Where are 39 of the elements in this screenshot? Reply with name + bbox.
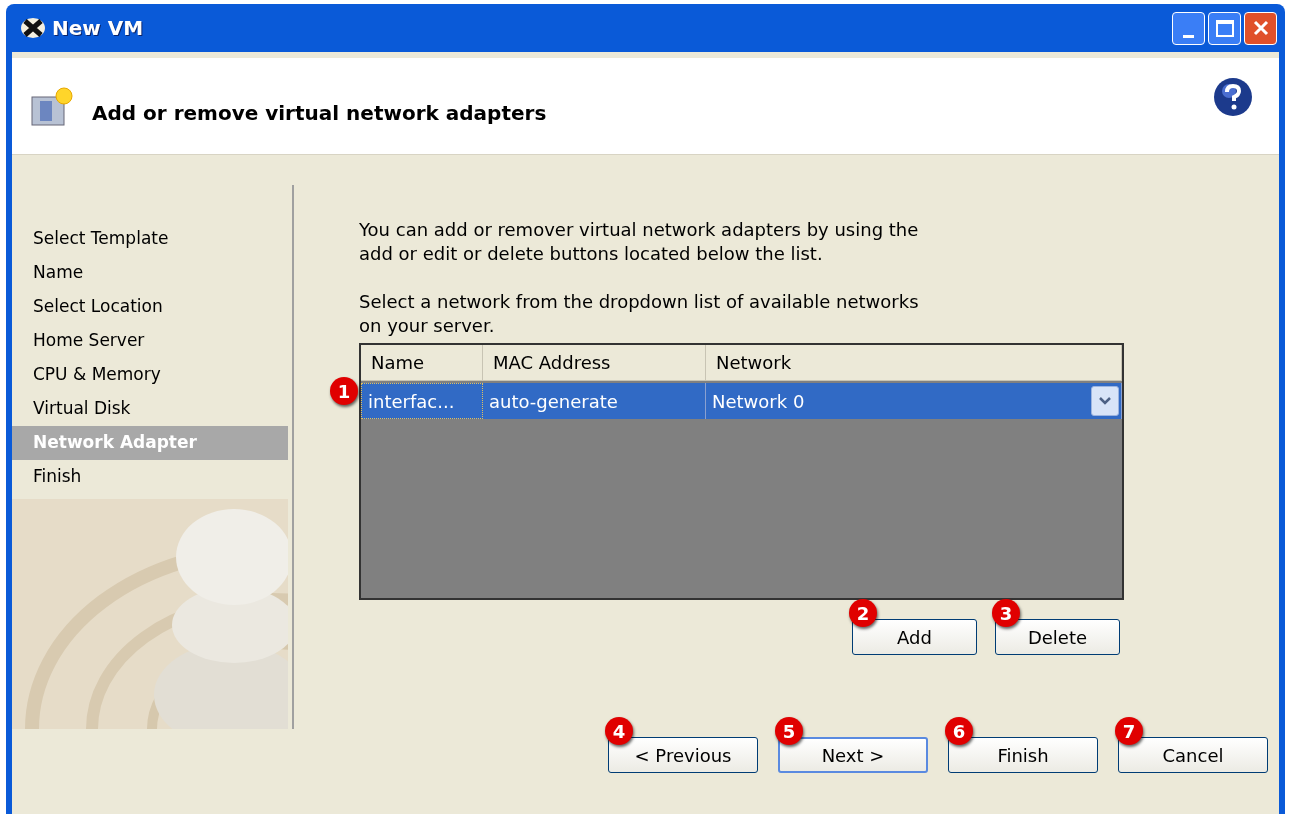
wizard-step[interactable]: Select Location [12, 290, 288, 324]
callout-badge: 7 [1115, 717, 1143, 745]
callout-badge: 1 [330, 377, 358, 405]
callout-badge: 6 [945, 717, 973, 745]
wizard-icon [30, 85, 74, 127]
dialog-button[interactable]: Next > [778, 737, 928, 773]
wizard-step[interactable]: Virtual Disk [12, 392, 288, 426]
wizard-step[interactable]: Select Template [12, 222, 288, 256]
wizard-step[interactable]: CPU & Memory [12, 358, 288, 392]
dialog-button[interactable]: Cancel [1118, 737, 1268, 773]
minimize-button[interactable] [1172, 11, 1205, 45]
close-icon [1251, 19, 1270, 37]
page-title: Add or remove virtual network adapters [92, 100, 547, 127]
callout-badge: 3 [992, 599, 1020, 627]
column-header[interactable]: Name [361, 345, 483, 380]
table-cell: auto-generate [483, 383, 706, 419]
close-button[interactable] [1244, 11, 1277, 45]
instruction-text: You can add or remover virtual network adapters by using the add or edit or delete buttons located below the list. [359, 218, 919, 266]
callout-badge: 2 [849, 599, 877, 627]
wizard-step[interactable]: Name [12, 256, 288, 290]
instruction-text: Select a network from the dropdown list of available networks on your server. [359, 290, 919, 338]
network-dropdown-value[interactable]: Network 0 [712, 387, 805, 415]
callout-badge: 5 [775, 717, 803, 745]
chevron-down-icon [1099, 397, 1111, 405]
app-logo-icon [20, 17, 46, 39]
dialog-button[interactable]: < Previous [608, 737, 758, 773]
table-cell: interfac... [361, 383, 483, 419]
dialog-button[interactable]: Finish [948, 737, 1098, 773]
column-header[interactable]: Network [706, 345, 1122, 380]
callout-badge: 4 [605, 717, 633, 745]
dropdown-arrow-button[interactable] [1091, 386, 1119, 416]
column-header[interactable]: MAC Address [483, 345, 706, 380]
window-title: New VM [52, 15, 144, 42]
dialog-button[interactable]: Delete [995, 619, 1120, 655]
wizard-step[interactable]: Home Server [12, 324, 288, 358]
maximize-button[interactable] [1208, 11, 1241, 45]
wizard-step[interactable]: Finish [12, 460, 288, 494]
help-icon[interactable] [1213, 77, 1253, 117]
dialog-button[interactable]: Add [852, 619, 977, 655]
